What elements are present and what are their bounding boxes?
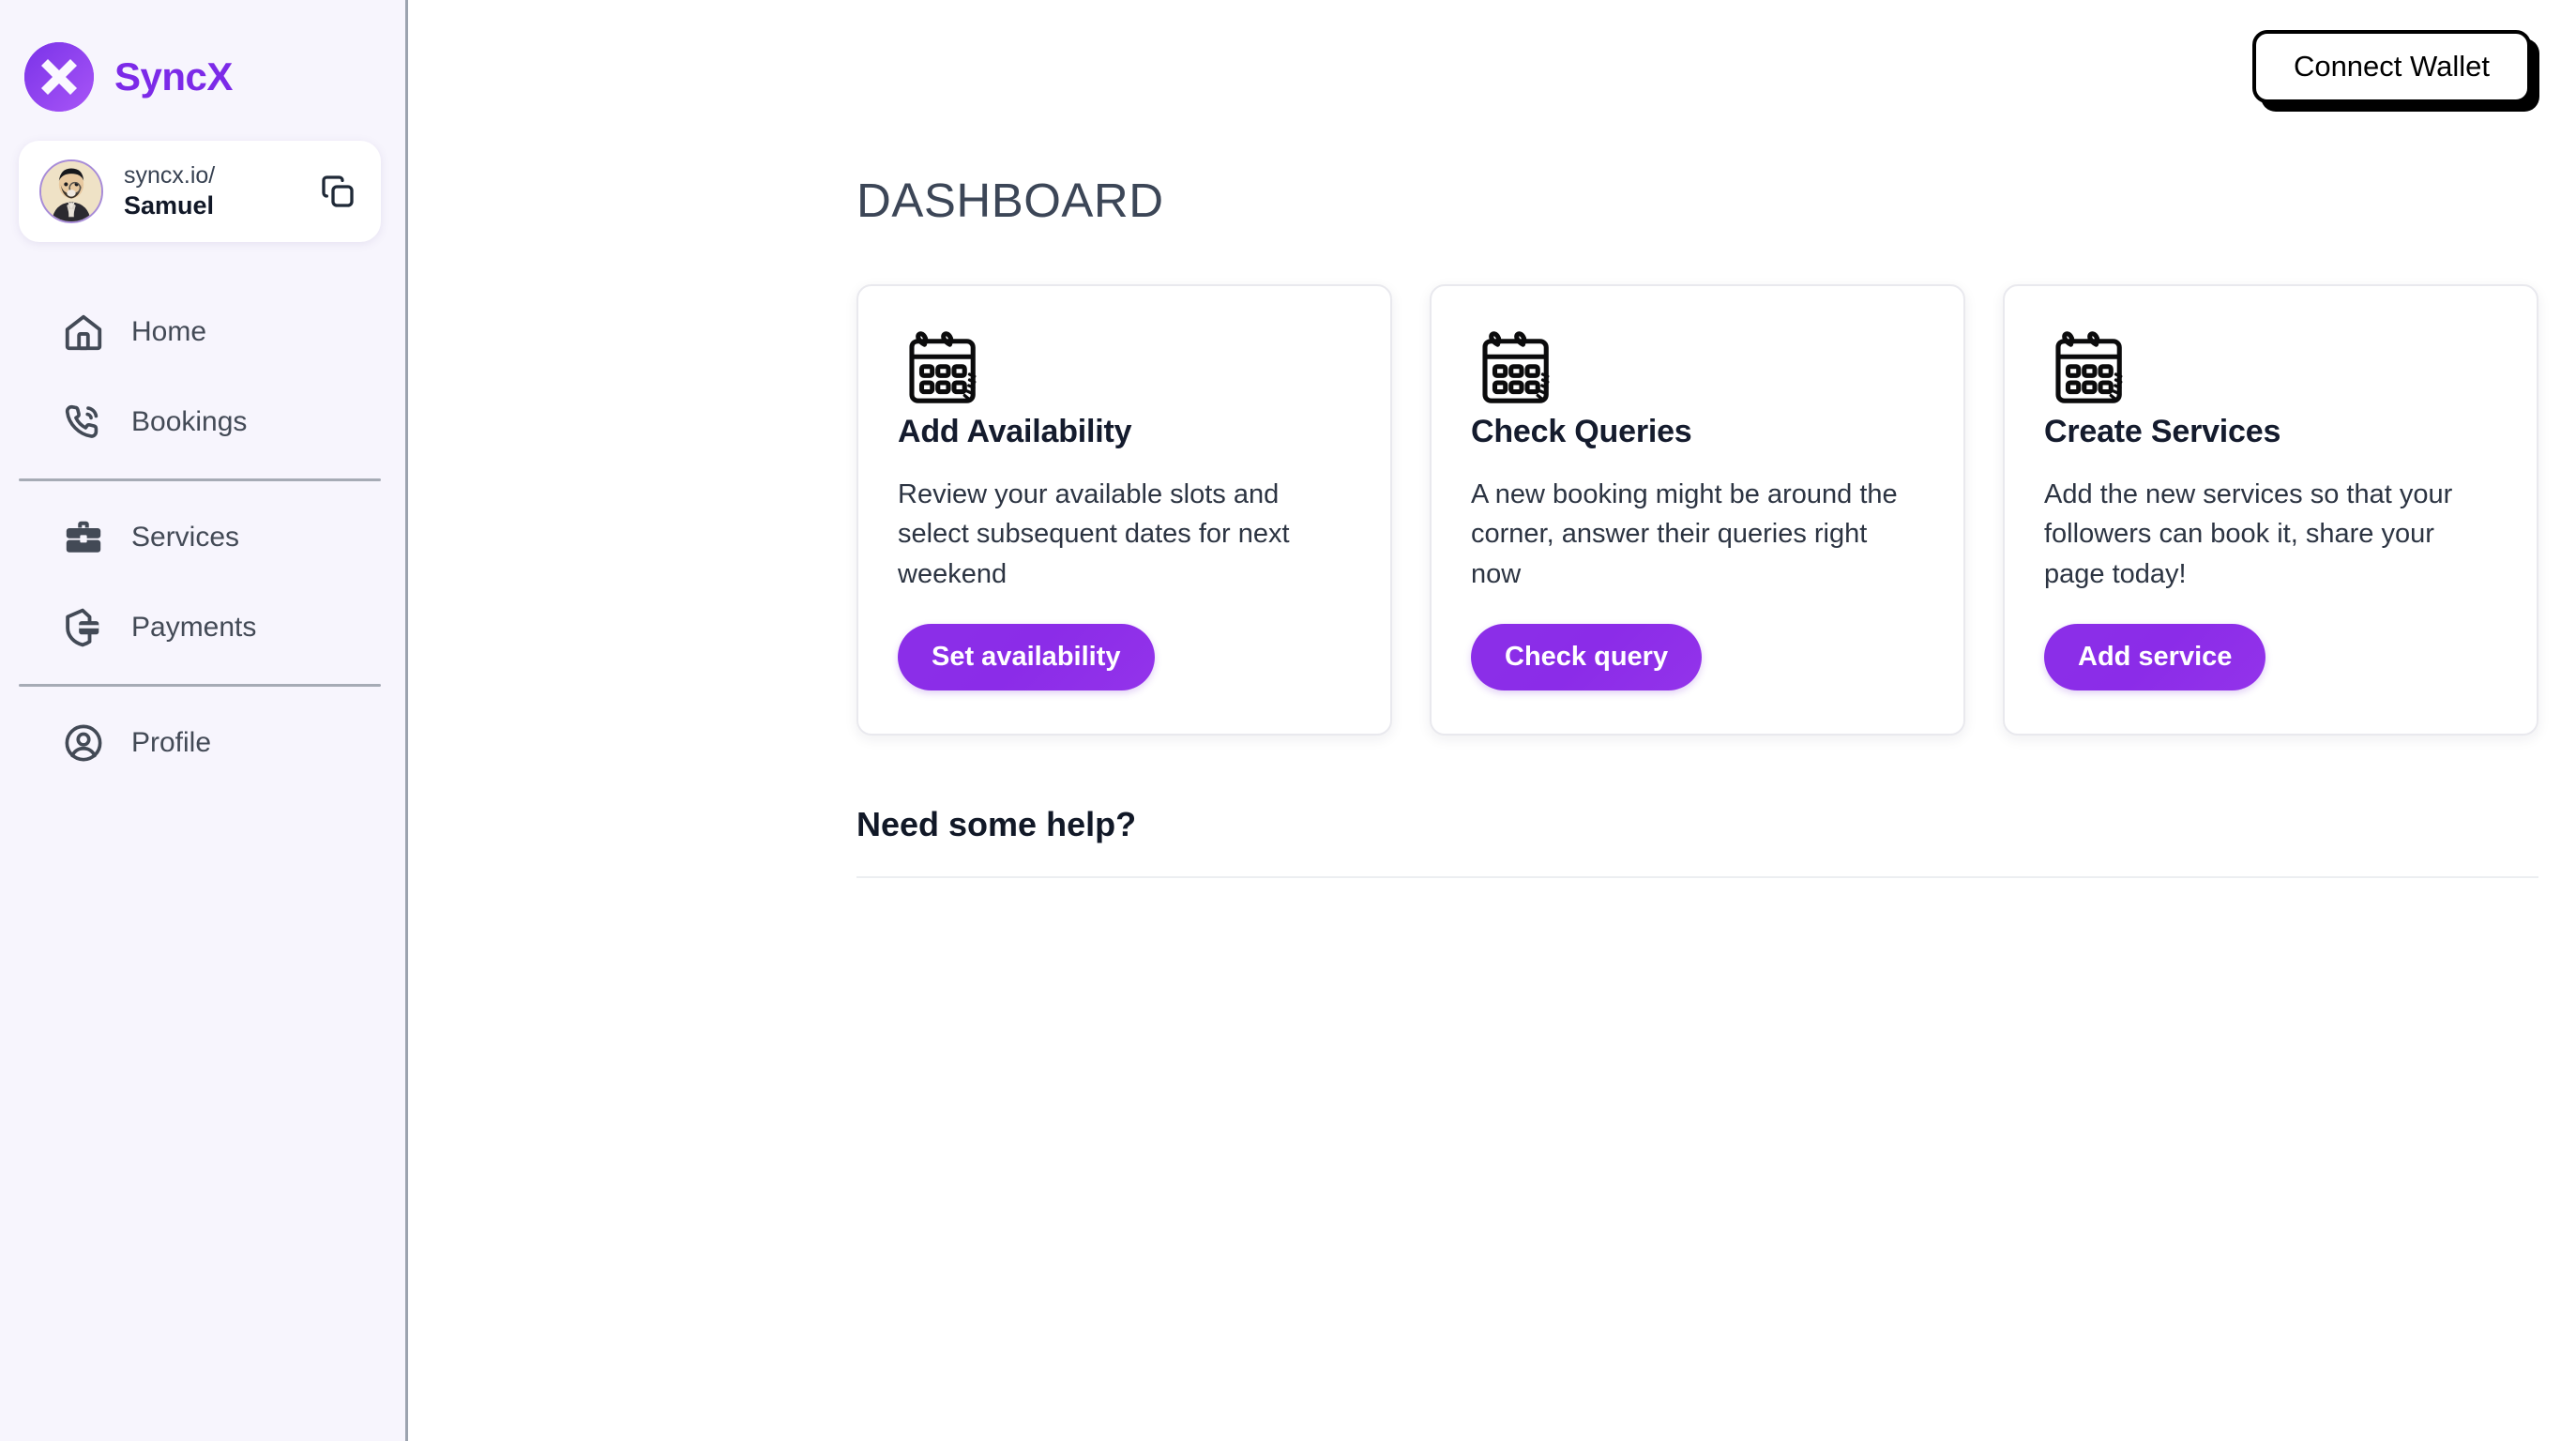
sidebar-item-label: Services — [131, 522, 240, 553]
page-title: DASHBOARD — [856, 174, 1164, 227]
sidebar-item-label: Bookings — [131, 406, 248, 437]
avatar — [39, 159, 103, 223]
shield-card-icon — [62, 606, 105, 649]
sidebar-item-payments[interactable]: Payments — [0, 583, 405, 673]
add-service-button[interactable]: Add service — [2044, 623, 2266, 690]
sidebar-divider — [19, 478, 381, 481]
page-title-row: DASHBOARD — [408, 141, 2576, 228]
card-check-queries[interactable]: Check Queries A new booking might be aro… — [1430, 284, 1965, 736]
card-description: Add the new services so that your follow… — [2044, 479, 2453, 589]
card-add-availability[interactable]: Add Availability Review your available s… — [856, 284, 1392, 736]
sidebar-item-profile[interactable]: Profile — [0, 698, 405, 788]
profile-url: syncx.io/ — [124, 162, 216, 190]
set-availability-button[interactable]: Set availability — [898, 623, 1155, 690]
brand-name: SyncX — [114, 54, 233, 99]
sidebar-item-label: Profile — [131, 727, 212, 758]
nav-group-business: Services Payments — [0, 493, 405, 673]
sidebar-item-label: Home — [131, 316, 207, 347]
calendar-icon — [1471, 324, 1924, 414]
brand: SyncX — [0, 0, 405, 113]
help-section: Need some help? — [408, 736, 2576, 878]
calendar-icon — [898, 324, 1351, 414]
user-circle-icon — [62, 721, 105, 765]
calendar-icon — [2044, 324, 2497, 414]
sidebar-divider — [19, 684, 381, 687]
card-create-services[interactable]: Create Services Add the new services so … — [2003, 284, 2538, 736]
connect-wallet-wrapper: Connect Wallet — [2251, 29, 2537, 111]
action-cards: Add Availability Review your available s… — [408, 228, 2576, 736]
card-title: Check Queries — [1471, 414, 1692, 449]
sidebar-item-home[interactable]: Home — [0, 287, 405, 377]
briefcase-icon — [62, 516, 105, 559]
sidebar-item-bookings[interactable]: Bookings — [0, 377, 405, 467]
syncx-x-logo-icon — [24, 42, 94, 112]
sidebar-nav: Home Bookings Services Payments Profile — [0, 287, 405, 788]
copy-icon[interactable] — [315, 169, 360, 214]
sidebar-item-label: Payments — [131, 612, 257, 643]
profile-text: syncx.io/ Samuel — [124, 161, 295, 220]
phone-call-icon — [62, 401, 105, 444]
profile-card[interactable]: syncx.io/ Samuel — [19, 141, 381, 242]
sidebar-item-services[interactable]: Services — [0, 493, 405, 583]
main-content: Connect Wallet DASHBOARD Add Availabilit… — [408, 0, 2576, 1441]
home-icon — [62, 311, 105, 354]
card-description: Review your available slots and select s… — [898, 479, 1290, 589]
check-query-button[interactable]: Check query — [1471, 623, 1703, 690]
nav-group-account: Profile — [0, 698, 405, 788]
card-title: Add Availability — [898, 414, 1132, 449]
sidebar: SyncX syncx.io/ Samuel Home Bookings Ser… — [0, 0, 408, 1441]
connect-wallet-button[interactable]: Connect Wallet — [2251, 29, 2531, 104]
topbar: Connect Wallet — [408, 0, 2576, 141]
help-divider — [856, 875, 2538, 878]
profile-handle: Samuel — [124, 190, 215, 220]
card-title: Create Services — [2044, 414, 2281, 449]
nav-group-main: Home Bookings — [0, 287, 405, 467]
help-title: Need some help? — [856, 804, 1137, 843]
card-description: A new booking might be around the corner… — [1471, 479, 1898, 589]
